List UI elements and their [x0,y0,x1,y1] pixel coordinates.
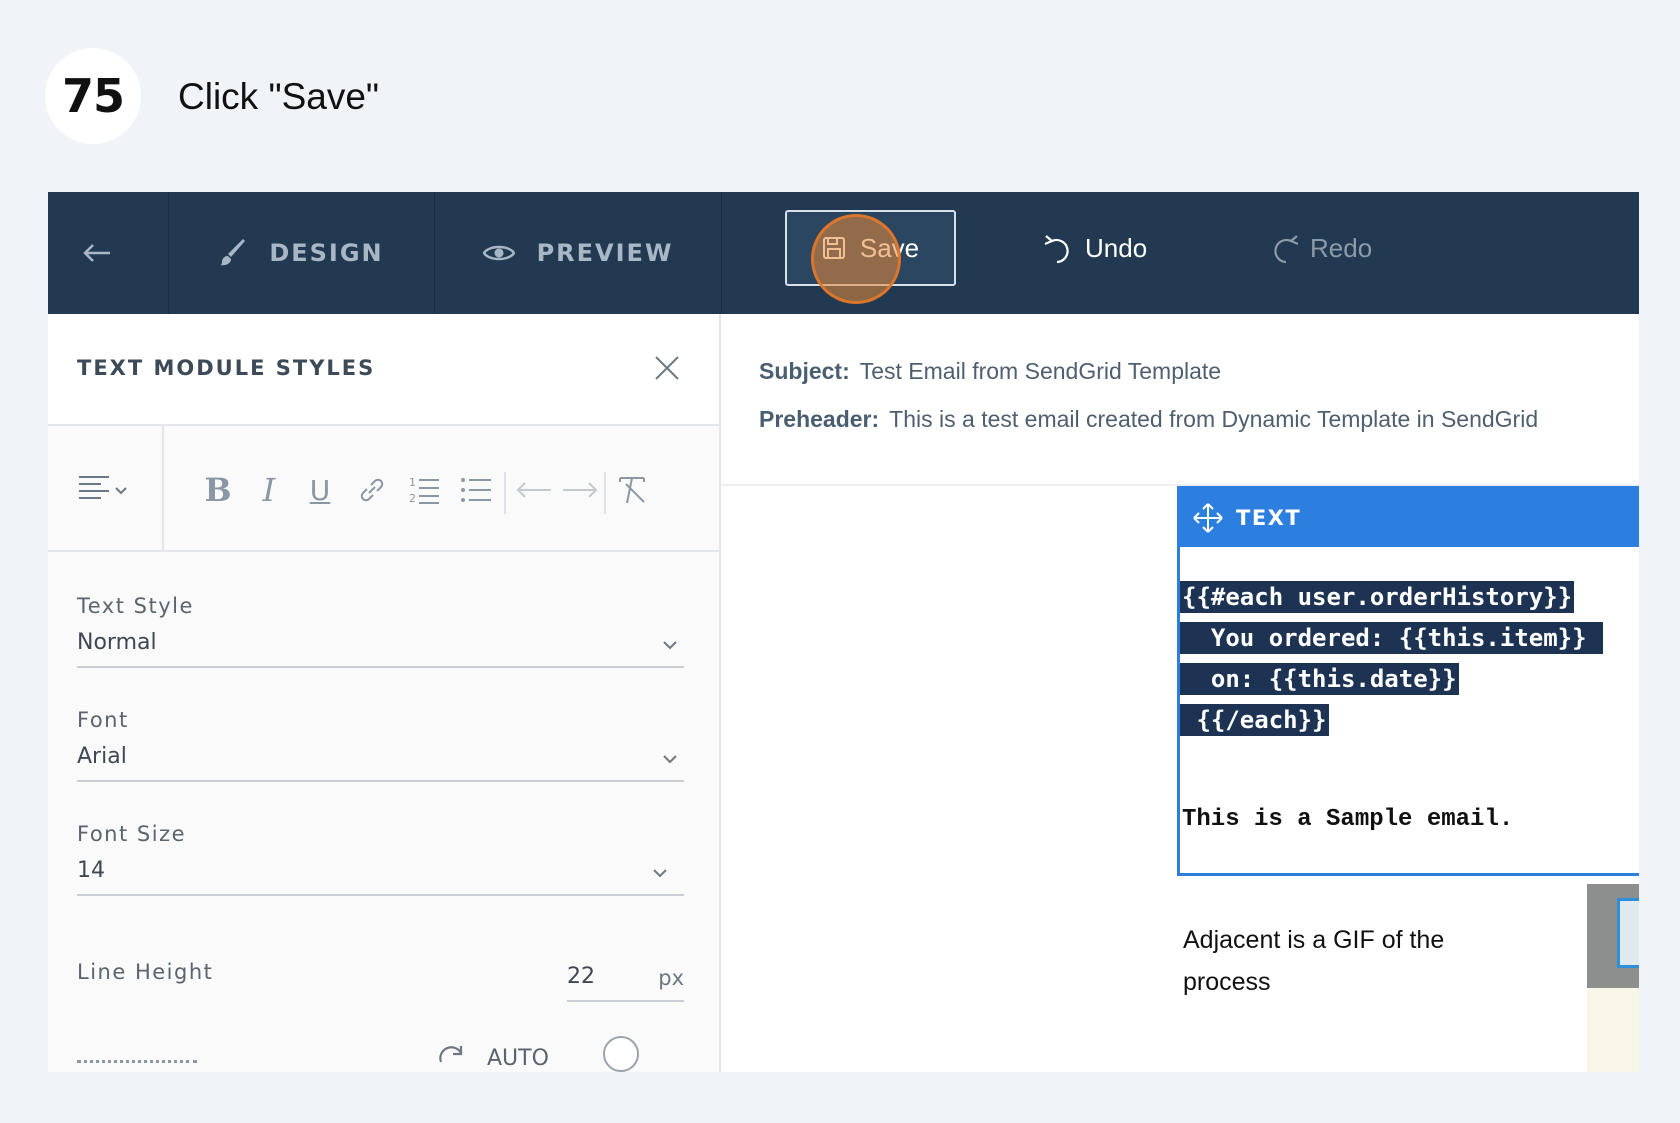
gif-note-text: Adjacent is a GIF of the process [1183,919,1444,1003]
line-height-input[interactable]: 22 px [567,954,684,1002]
save-button-label: Save [859,232,920,263]
close-icon[interactable] [653,354,681,382]
arrow-left-icon [83,244,110,262]
unordered-list-icon[interactable] [458,472,494,508]
preheader-value: This is a test email created from Dynami… [889,406,1539,432]
code-line-4: {{/each}} [1180,704,1329,736]
italic-icon[interactable]: I [251,471,287,509]
font-value: Arial [77,744,127,769]
chevron-down-icon [653,869,667,878]
auto-label: AUTO [487,1046,549,1071]
bold-icon[interactable]: B [200,471,236,509]
svg-text:1: 1 [409,476,416,489]
subject-label: Subject: [759,358,850,384]
editor-window: DESIGN PREVIEW Save Undo Redo TEXT MODUL… [48,192,1639,1072]
tab-preview-label: PREVIEW [536,239,674,267]
text-style-value: Normal [77,630,157,655]
redo-label: Redo [1310,232,1373,263]
code-line-3: on: {{this.date}} [1180,663,1459,695]
underline-icon[interactable]: U [302,472,338,508]
color-swatch[interactable] [603,1036,639,1072]
line-height-unit: px [658,966,684,990]
cut-off-label [77,1060,197,1066]
ordered-list-icon[interactable]: 12 [406,472,442,508]
align-left-icon [79,476,127,499]
line-height-label: Line Height [77,960,214,984]
step-instruction: Click "Save" [178,76,380,117]
sample-email-text: This is a Sample email. [1182,806,1514,833]
font-select[interactable]: Font Arial [77,708,684,782]
preheader-line: Preheader: This is a test email created f… [759,406,1538,433]
gif-thumbnail [1587,884,1639,1072]
formatting-toolbar: B I U 12 [48,426,719,552]
eye-icon [482,245,515,261]
text-module-header: TEXT [1180,489,1639,547]
tab-design-label: DESIGN [269,239,384,267]
top-toolbar: DESIGN PREVIEW Save Undo Redo [48,192,1639,314]
step-number-badge: 75 [45,48,141,144]
tab-preview[interactable]: PREVIEW [435,192,721,314]
code-line-2: You ordered: {{this.item}} [1180,622,1604,654]
chevron-down-icon [663,641,677,650]
font-size-value: 14 [77,858,105,883]
save-button[interactable]: Save [785,210,956,286]
gif-note-line-1: Adjacent is a GIF of the [1183,926,1445,954]
clear-format-icon[interactable] [614,472,650,508]
text-style-select[interactable]: Text Style Normal [77,594,684,668]
outdent-icon[interactable] [514,472,554,508]
code-line-1: {{#each user.orderHistory}} [1180,581,1575,613]
refresh-icon[interactable] [437,1044,467,1072]
back-button[interactable] [48,192,168,314]
text-color-row-partial: AUTO [77,1036,684,1072]
svg-text:2: 2 [409,492,416,505]
tab-design[interactable]: DESIGN [169,192,434,314]
panel-title: TEXT MODULE STYLES [77,356,376,380]
font-label: Font [77,708,129,732]
indent-icon[interactable] [560,472,600,508]
font-size-select[interactable]: Font Size 14 [77,822,684,896]
subject-value: Test Email from SendGrid Template [859,358,1222,384]
gif-note-line-2: process [1183,968,1271,996]
panel-header: TEXT MODULE STYLES [48,314,719,426]
text-style-label: Text Style [77,594,194,618]
undo-button[interactable]: Undo [1043,210,1147,286]
chevron-down-icon [663,755,677,764]
text-module-styles-panel: TEXT MODULE STYLES B I U 12 Text Style N… [48,314,721,1072]
subject-line: Subject: Test Email from SendGrid Templat… [759,358,1221,385]
link-icon[interactable] [354,472,390,508]
line-height-value: 22 [567,964,595,989]
font-size-label: Font Size [77,822,187,846]
move-icon[interactable] [1192,502,1224,534]
preheader-label: Preheader: [759,406,880,432]
undo-label: Undo [1085,232,1148,263]
line-height-row: Line Height 22 px [77,954,684,1004]
redo-icon [1274,235,1299,264]
align-dropdown[interactable] [48,426,164,550]
floppy-disk-icon [822,237,845,259]
email-preview-panel: Subject: Test Email from SendGrid Templat… [721,314,1639,1072]
text-module-block[interactable]: TEXT {{#each user.orderHistory}} You ord… [1177,486,1639,876]
redo-button[interactable]: Redo [1268,210,1372,286]
text-module-title: TEXT [1236,506,1302,530]
undo-icon [1044,235,1069,264]
brush-icon [220,239,246,266]
